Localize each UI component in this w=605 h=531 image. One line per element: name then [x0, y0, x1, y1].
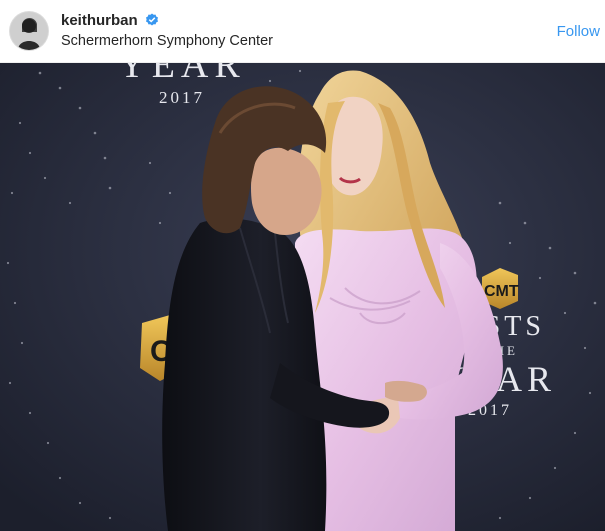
verified-badge-icon — [145, 13, 159, 27]
cmt-logo-right-text: CMT — [484, 283, 519, 300]
username[interactable]: keithurban — [61, 12, 138, 29]
follow-button[interactable]: Follow — [557, 23, 600, 40]
backdrop-year-word: YEAR — [118, 63, 245, 86]
post-header: keithurban Schermerhorn Symphony Center … — [0, 0, 605, 63]
post-photo[interactable]: YEAR 2017 CM CMT ARTISTS OF THE YEAR 201… — [0, 63, 605, 531]
backdrop-year-number: 2017 — [159, 88, 205, 107]
avatar[interactable] — [10, 12, 48, 50]
instagram-post: keithurban Schermerhorn Symphony Center … — [0, 0, 605, 531]
man-suit — [162, 218, 327, 531]
location-link[interactable]: Schermerhorn Symphony Center — [61, 33, 273, 49]
